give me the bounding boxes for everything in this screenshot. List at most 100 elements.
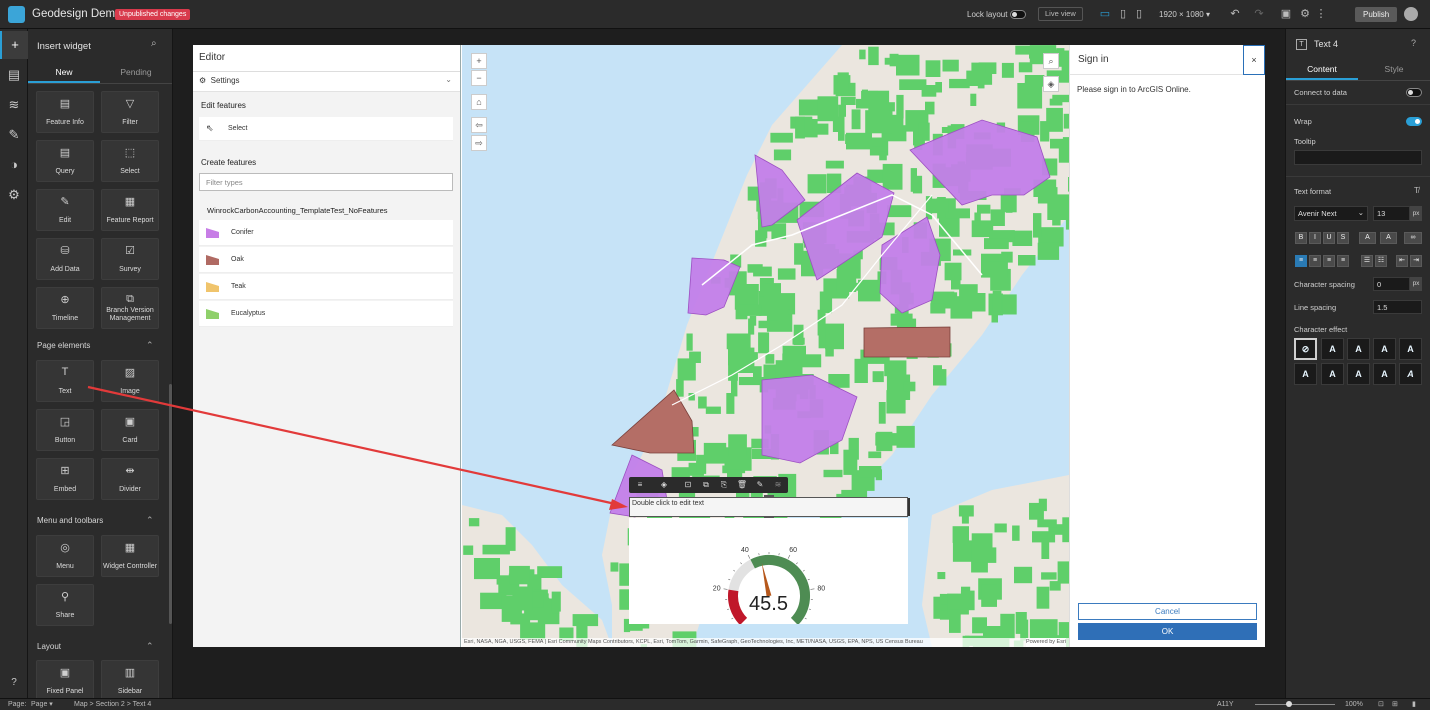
widget-tile[interactable]: ▨ Image [101,360,159,402]
no-effect-icon[interactable]: ⊘ [1294,338,1317,360]
widget-tile[interactable]: ▦ Widget Controller [101,535,159,577]
effect-italic-icon[interactable]: A [1399,363,1422,385]
tab-pending[interactable]: Pending [100,63,172,83]
delete-icon[interactable]: 🗑 [734,478,750,492]
home-button[interactable]: ⌂ [471,94,487,110]
text-widget[interactable]: Double click to edit text [629,495,910,519]
widget-tile[interactable]: ⇹ Divider [101,458,159,500]
align-center-button[interactable]: ≡ [1309,255,1321,267]
help-icon[interactable]: ? [0,669,28,697]
widget-tile[interactable]: ✎ Edit [36,189,94,231]
bullet-list-button[interactable]: ☰ [1361,255,1373,267]
scrollbar[interactable] [169,384,172,624]
close-icon[interactable]: × [1243,45,1265,75]
feature-type-row[interactable]: Teak [199,274,453,300]
widget-tile[interactable]: T Text [36,360,94,402]
settings-row[interactable]: ⚙ Settings ⌄ [193,72,460,92]
widget-tile[interactable]: ▦ Feature Report [101,189,159,231]
effect-outline-icon[interactable]: A [1373,338,1396,360]
feature-type-row[interactable]: Oak [199,247,453,273]
widget-tile[interactable]: ⚲ Share [36,584,94,626]
link-icon[interactable]: ∞ [1404,232,1422,244]
widget-tile[interactable]: ◲ Button [36,409,94,451]
effect-shadow-icon[interactable]: A [1321,338,1344,360]
strikethrough-button[interactable]: S [1337,232,1349,244]
collapse-chevron-icon[interactable]: ⌃ [146,641,154,652]
tab-new[interactable]: New [28,63,100,83]
data-icon[interactable]: ≋ [770,478,786,492]
widget-tile[interactable]: ▤ Feature Info [36,91,94,133]
resize-handle[interactable] [764,495,774,498]
search-icon[interactable]: ⌕ [151,38,157,49]
resize-handle[interactable] [907,498,910,516]
effect-glow-icon[interactable]: A [1347,338,1370,360]
widget-tile[interactable]: ⊞ Embed [36,458,94,500]
numbered-list-button[interactable]: ☷ [1375,255,1387,267]
copy-icon[interactable]: ⧉ [698,478,714,492]
zoom-slider-handle[interactable] [1286,701,1292,707]
previous-extent-button[interactable]: ⇦ [471,117,487,133]
widget-tile[interactable]: ⛁ Add Data [36,238,94,280]
lock-icon[interactable]: ⊡ [680,478,696,492]
filter-types-input[interactable]: Filter types [199,173,453,191]
user-avatar[interactable] [1404,7,1418,21]
next-extent-button[interactable]: ⇨ [471,135,487,151]
clear-format-icon[interactable]: T̸ [1414,186,1419,195]
widget-tile[interactable]: ⬚ Select [101,140,159,182]
help-icon[interactable]: ? [1411,38,1416,48]
effect-emboss-icon[interactable]: A [1399,338,1422,360]
align-right-button[interactable]: ≡ [1323,255,1335,267]
widget-tile[interactable]: ▥ Sidebar [101,660,159,698]
fit-icon[interactable]: ⊡ [1378,699,1384,710]
select-row[interactable]: ⇖ Select [199,117,453,141]
widget-tile[interactable]: ▽ Filter [101,91,159,133]
more-icon[interactable]: ⋮ [1314,7,1328,21]
lock-layout-toggle[interactable] [1010,10,1026,19]
zoom-out-button[interactable]: − [471,70,487,86]
line-spacing-input[interactable]: 1.5 [1373,300,1422,314]
duplicate-icon[interactable]: ⎘ [716,478,732,492]
feature-type-row[interactable]: Eucalyptus [199,301,453,327]
italic-button[interactable]: I [1309,232,1321,244]
publish-button[interactable]: Publish [1355,7,1398,22]
widget-tile[interactable]: ⊕ Timeline [36,287,94,329]
edit-icon[interactable]: ✎ [752,478,768,492]
app-settings-icon[interactable]: ⚙ [0,181,28,209]
effect-blur-icon[interactable]: A [1347,363,1370,385]
layers-icon[interactable]: ◈ [1043,76,1059,92]
add-widget-icon[interactable]: + [0,31,28,59]
align-justify-button[interactable]: ≡ [1337,255,1349,267]
tooltip-input[interactable] [1294,150,1422,165]
align-left-button[interactable]: ≡ [1295,255,1307,267]
live-view-button[interactable]: Live view [1038,7,1083,21]
effect-soft-icon[interactable]: A [1373,363,1396,385]
underline-button[interactable]: U [1323,232,1335,244]
effect-neon-icon[interactable]: A [1321,363,1344,385]
widget-tile[interactable]: ▣ Card [101,409,159,451]
resolution-select[interactable]: 1920 × 1080 ▾ [1159,10,1210,19]
connect-data-toggle[interactable] [1406,88,1422,97]
gauge-widget[interactable]: 020406080100 45.5 [629,518,908,639]
tools-icon[interactable]: ✎ [0,121,28,149]
font-select[interactable]: Avenir Next ⌄ [1294,206,1368,221]
char-spacing-input[interactable]: 0 [1373,277,1410,291]
widget-tile[interactable]: ◎ Menu [36,535,94,577]
layers-icon[interactable]: ◈ [656,478,672,492]
feature-type-row[interactable]: Conifer [199,220,453,246]
undo-icon[interactable]: ↶ [1228,7,1242,21]
panel-icon[interactable]: ▮ [1412,699,1416,710]
widget-tile[interactable]: ⧉ Branch Version Management [101,287,159,329]
font-color-button[interactable]: A [1380,232,1397,244]
effect-bevel-icon[interactable]: A [1294,363,1317,385]
widget-tile[interactable]: ▤ Query [36,140,94,182]
settings-gear-icon[interactable]: ⚙ [1298,7,1312,21]
font-size-input[interactable]: 13 [1373,206,1410,221]
tab-content[interactable]: Content [1286,60,1358,80]
save-icon[interactable]: ▣ [1279,7,1293,21]
search-icon[interactable]: ⌕ [1043,53,1059,69]
page-select[interactable]: Page ▾ [31,699,53,710]
collapse-chevron-icon[interactable]: ⌃ [146,515,154,526]
desktop-view-icon[interactable]: ▭ [1098,7,1112,21]
widget-tile[interactable]: ☑ Survey [101,238,159,280]
redo-icon[interactable]: ↷ [1252,7,1266,21]
